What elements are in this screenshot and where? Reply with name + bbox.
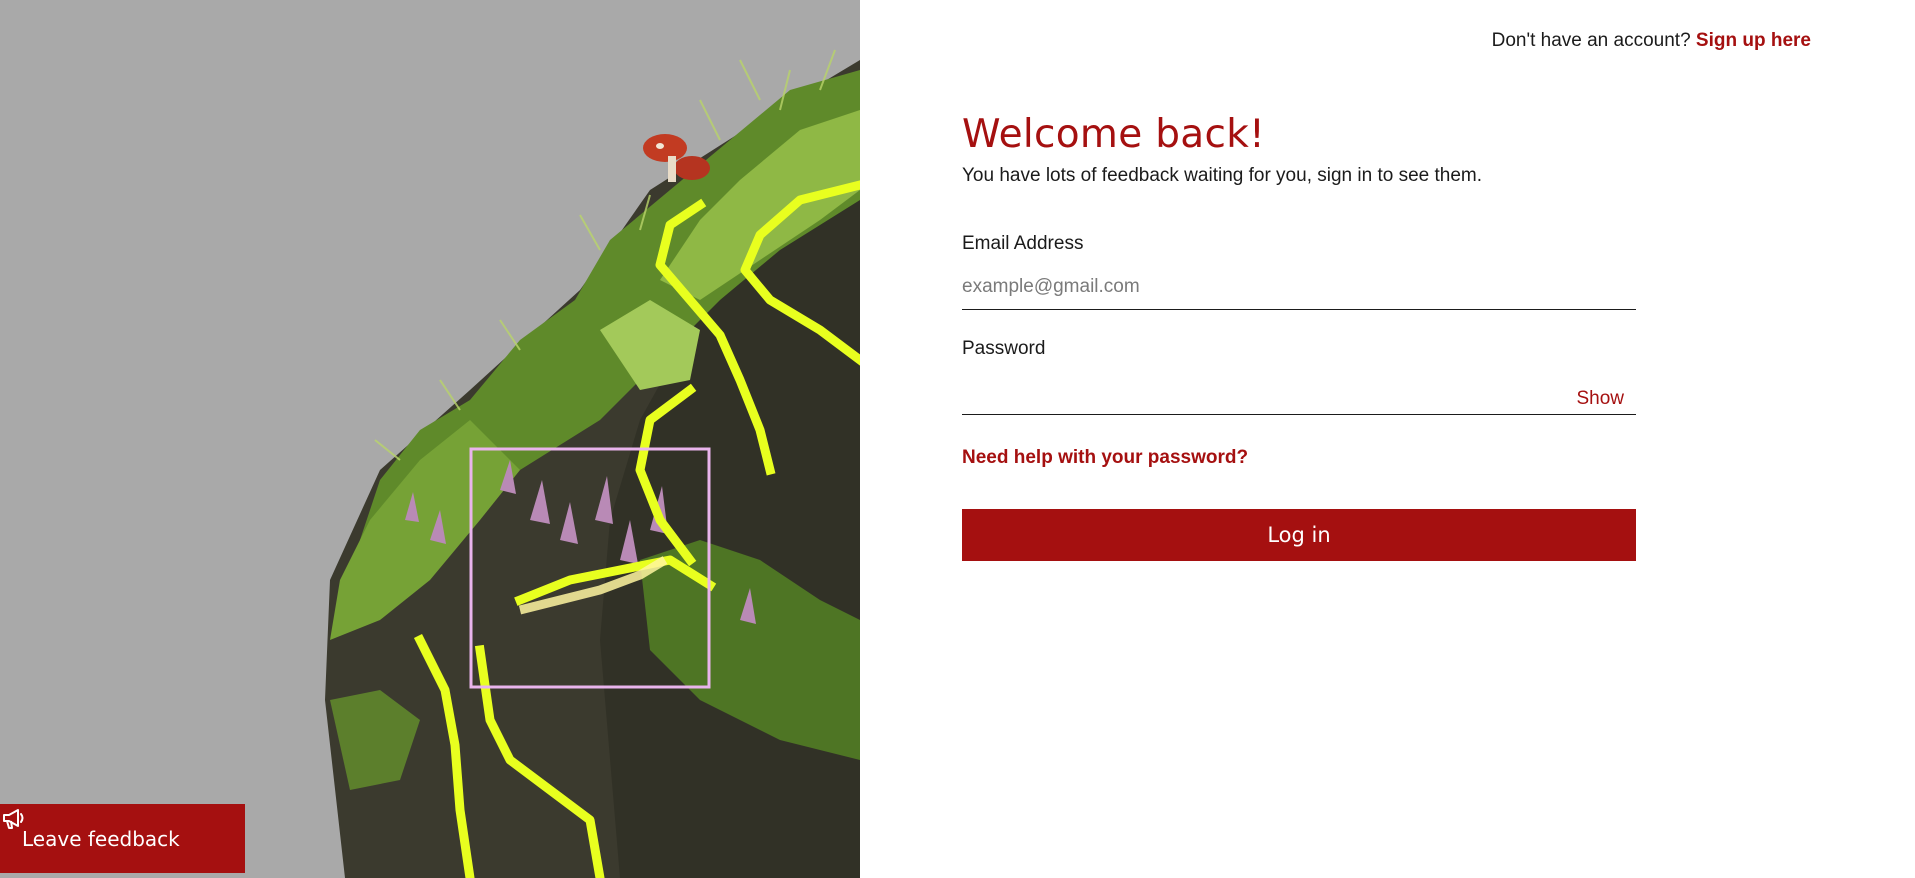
email-field-row	[962, 265, 1636, 310]
leave-feedback-label: Leave feedback	[22, 826, 180, 851]
email-input[interactable]	[962, 265, 1636, 309]
illustration-panel: Leave feedback	[0, 0, 860, 878]
password-label: Password	[962, 338, 1046, 359]
signup-prompt: Don't have an account? Sign up here	[1492, 30, 1811, 52]
leave-feedback-button[interactable]: Leave feedback	[0, 804, 245, 873]
password-input[interactable]	[962, 370, 1636, 414]
page-subtitle: You have lots of feedback waiting for yo…	[962, 165, 1483, 186]
show-password-toggle[interactable]: Show	[1576, 388, 1624, 410]
grassy-rock-illustration	[0, 0, 860, 878]
page-title: Welcome back!	[962, 112, 1266, 157]
signup-prompt-text: Don't have an account?	[1491, 30, 1691, 51]
password-help-link[interactable]: Need help with your password?	[962, 447, 1248, 469]
login-button[interactable]: Log in	[962, 509, 1636, 561]
megaphone-icon	[3, 809, 24, 829]
signup-link[interactable]: Sign up here	[1696, 30, 1811, 51]
email-label: Email Address	[962, 233, 1084, 254]
password-field-row: Show	[962, 370, 1636, 415]
login-form: Welcome back! You have lots of feedback …	[962, 112, 1636, 561]
